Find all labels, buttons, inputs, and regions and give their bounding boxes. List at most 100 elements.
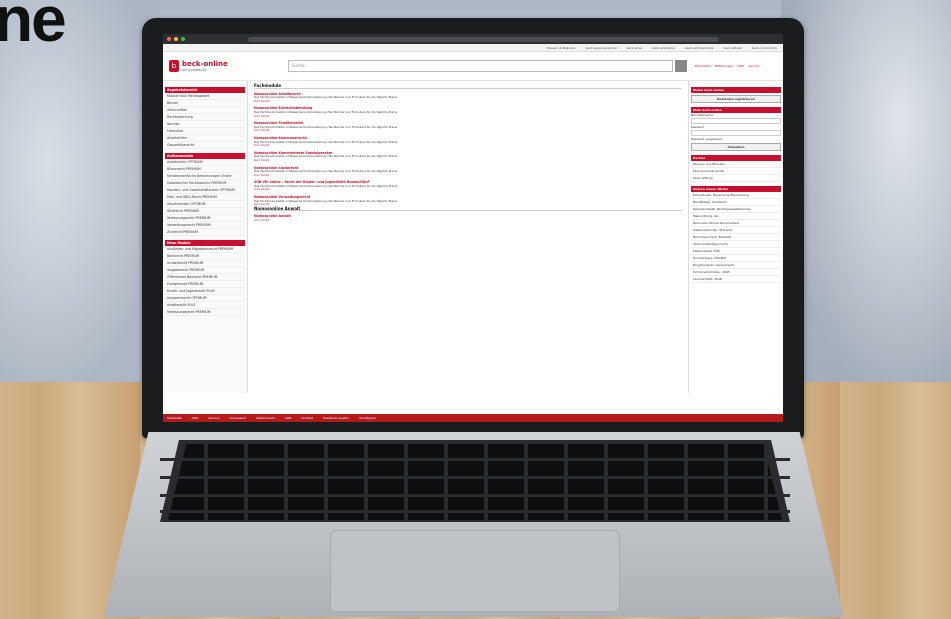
login-button[interactable]: Anmelden	[691, 143, 781, 151]
minimize-window-icon[interactable]	[174, 37, 178, 41]
username-field[interactable]	[691, 118, 781, 124]
logo-name: beck-online	[182, 59, 228, 68]
left-sidebar-item[interactable]: Bilanzrecht PREMIUM	[165, 166, 245, 173]
forgot-password-link[interactable]: Passwort vergessen?	[691, 137, 781, 141]
laptop-screen: Steuern & Bilanzen beck-personal-portal be…	[163, 34, 783, 422]
search-button[interactable]	[674, 60, 687, 72]
left-sidebar-item[interactable]: Arbeitshilfen	[165, 135, 245, 142]
left-sidebar-item[interactable]: Formulare	[165, 128, 245, 135]
left-sidebar-item[interactable]: Familienrechtliche Berechnungen Online	[165, 173, 245, 180]
header-link[interactable]: Hilfe	[737, 64, 744, 68]
entry-link[interactable]: zum Inhalt	[254, 129, 682, 133]
portal-link[interactable]: Steuern und Bilanzen	[691, 161, 781, 168]
username-label: Benutzername	[691, 113, 713, 117]
news-item[interactable]: Korintenberg, GNotKG	[691, 255, 781, 262]
key-row-gap	[160, 476, 790, 479]
top-nav-link[interactable]: beck-akademie	[652, 46, 675, 50]
footer-link[interactable]: Kontakt	[301, 416, 312, 420]
news-item[interactable]: Lackner/Kühl, StGB	[691, 276, 781, 283]
footer-link[interactable]: Startseite	[167, 416, 182, 420]
left-sidebar-item[interactable]: Normen	[165, 121, 245, 128]
beck-logo-icon: b	[169, 60, 179, 72]
left-sidebar-item[interactable]: Bankrecht PREMIUM	[165, 253, 245, 260]
left-sidebar-item[interactable]: Verfassungsrecht PREMIUM	[165, 215, 245, 222]
footer-link[interactable]: Hilfe	[192, 416, 199, 420]
left-sidebar-item[interactable]: Arbeitsrecht PLUS	[165, 302, 245, 309]
portal-link[interactable]: beck-personal-portal	[691, 168, 781, 175]
left-sidebar-item[interactable]: Verwaltungsrecht PREMIUM	[165, 222, 245, 229]
site-logo[interactable]: b beck-online DIE DATENBANK	[169, 60, 228, 72]
news-item[interactable]: Ecker/Ruske, Bayerische Bauordnung	[691, 192, 781, 199]
left-sidebar-item[interactable]: Insolvenzrecht OPTIMUM	[165, 295, 245, 302]
footer-link[interactable]: Schriftgrad	[359, 416, 376, 420]
zoom-window-icon[interactable]	[181, 37, 185, 41]
left-sidebar-item[interactable]: Steuerberater OPTIMUM	[165, 201, 245, 208]
right-section-title: Meine beck-online	[691, 87, 781, 93]
key-row-gap	[160, 510, 790, 513]
search-input[interactable]: Suche:	[287, 60, 673, 72]
left-sidebar-item[interactable]: Verfassungsrecht PREMIUM	[165, 309, 245, 316]
news-item[interactable]: Beck'sche Online-Kommentare	[691, 220, 781, 227]
register-button[interactable]: Kostenlos registrieren	[691, 95, 781, 103]
footer-link[interactable]: Service	[208, 416, 219, 420]
left-sidebar: Angebotsbereich Module nach Rechtsgebiet B…	[163, 81, 248, 393]
left-sidebar-item[interactable]: Umweltrecht PREMIUM	[165, 260, 245, 267]
left-sidebar-item[interactable]: Bücher	[165, 100, 245, 107]
left-sidebar-item[interactable]: Strafrecht PREMIUM	[165, 208, 245, 215]
left-sidebar-item[interactable]: Handels- und Gesellschaftsrecht OPTIMUM	[165, 187, 245, 194]
browser-chrome	[163, 34, 783, 44]
entry-link[interactable]: zum Inhalt	[254, 114, 682, 119]
left-sidebar-item[interactable]: Vergaberecht PREMIUM	[165, 267, 245, 274]
entry-link[interactable]: zum Inhalt	[254, 188, 682, 192]
news-item[interactable]: Ring/Grziwotz, Vereinsrecht	[691, 262, 781, 269]
top-nav-link[interactable]: beck-aktuell	[723, 46, 741, 50]
entry-link[interactable]: zum Inhalt	[254, 158, 682, 163]
footer-link[interactable]: Datenschutz	[256, 416, 275, 420]
background-blur-right	[781, 0, 951, 400]
top-nav-link[interactable]: Steuern & Bilanzen	[547, 46, 576, 50]
top-nav-link[interactable]: beck-personal-portal	[586, 46, 617, 50]
footer-link[interactable]: AGB	[285, 416, 291, 420]
left-sidebar-item[interactable]: Rechtsprechung	[165, 114, 245, 121]
top-nav-link[interactable]: beck-community	[752, 46, 777, 50]
entry-link[interactable]: zum Inhalt	[254, 173, 682, 178]
left-sidebar-item[interactable]: Gewerblicher Rechtsschutz PREMIUM	[165, 180, 245, 187]
left-sidebar-item[interactable]: Arbeitsrecht OPTIMUM	[165, 159, 245, 166]
left-sidebar-item[interactable]: Ausländer- und Migrationsrecht PREMIUM	[165, 246, 245, 253]
left-sidebar-item[interactable]: Energierecht PREMIUM	[165, 281, 245, 288]
portal-link[interactable]: beck-stiftung	[691, 175, 781, 182]
news-item[interactable]: Gablenz/Glocker, Erbrecht	[691, 227, 781, 234]
news-item[interactable]: Müller-Glöge, ErfK	[691, 248, 781, 255]
news-item[interactable]: Maunz/Dürig, GG	[691, 213, 781, 220]
news-item[interactable]: Böhm/Leonhard, BetrAVG	[691, 234, 781, 241]
content-area: Angebotsbereich Module nach Rechtsgebiet B…	[163, 81, 783, 393]
address-bar[interactable]	[248, 36, 719, 42]
password-label: Passwort	[691, 125, 705, 129]
news-item[interactable]: Bareiß/Kipp, Kaufrecht	[691, 199, 781, 206]
keyboard-keys	[168, 444, 782, 520]
left-sidebar-item[interactable]: Öffentliches Baurecht PREMIUM	[165, 274, 245, 281]
footer-link[interactable]: Feedback senden	[323, 416, 349, 420]
left-sidebar-item[interactable]: Kinder- und Jugendrecht PLUS	[165, 288, 245, 295]
entry-link[interactable]: zum Inhalt	[254, 99, 682, 104]
background-blur-left	[0, 0, 160, 400]
left-sidebar-item[interactable]: Gesamtübersicht	[165, 142, 245, 149]
left-sidebar-item[interactable]: Miet- und WEG-Recht PREMIUM	[165, 194, 245, 201]
left-sidebar-item[interactable]: Module nach Rechtsgebiet	[165, 93, 245, 100]
news-item[interactable]: Schönke/Schröder, StGB	[691, 269, 781, 276]
entry-link[interactable]: zum Inhalt	[254, 144, 682, 148]
news-item[interactable]: Rehm/Gorbatti, Rechtsanwaltskammer	[691, 206, 781, 213]
left-sidebar-item[interactable]: Zivilrecht PREMIUM	[165, 229, 245, 236]
top-nav-link[interactable]: beck-aktionsmedia	[685, 46, 713, 50]
header-link[interactable]: Service	[748, 64, 759, 68]
top-nav-link[interactable]: beck-shop	[627, 46, 642, 50]
close-window-icon[interactable]	[167, 37, 171, 41]
news-item[interactable]: Sachverständigenrecht	[691, 241, 781, 248]
password-field[interactable]	[691, 130, 781, 136]
entry-link[interactable]: zum Inhalt	[254, 218, 682, 223]
footer-link[interactable]: Impressum	[230, 416, 247, 420]
corner-text: ne	[0, 0, 67, 55]
header-link[interactable]: Mitteilungen	[715, 64, 734, 68]
left-sidebar-item[interactable]: Zeitschriften	[165, 107, 245, 114]
header-link[interactable]: Merkzettel	[695, 64, 711, 68]
